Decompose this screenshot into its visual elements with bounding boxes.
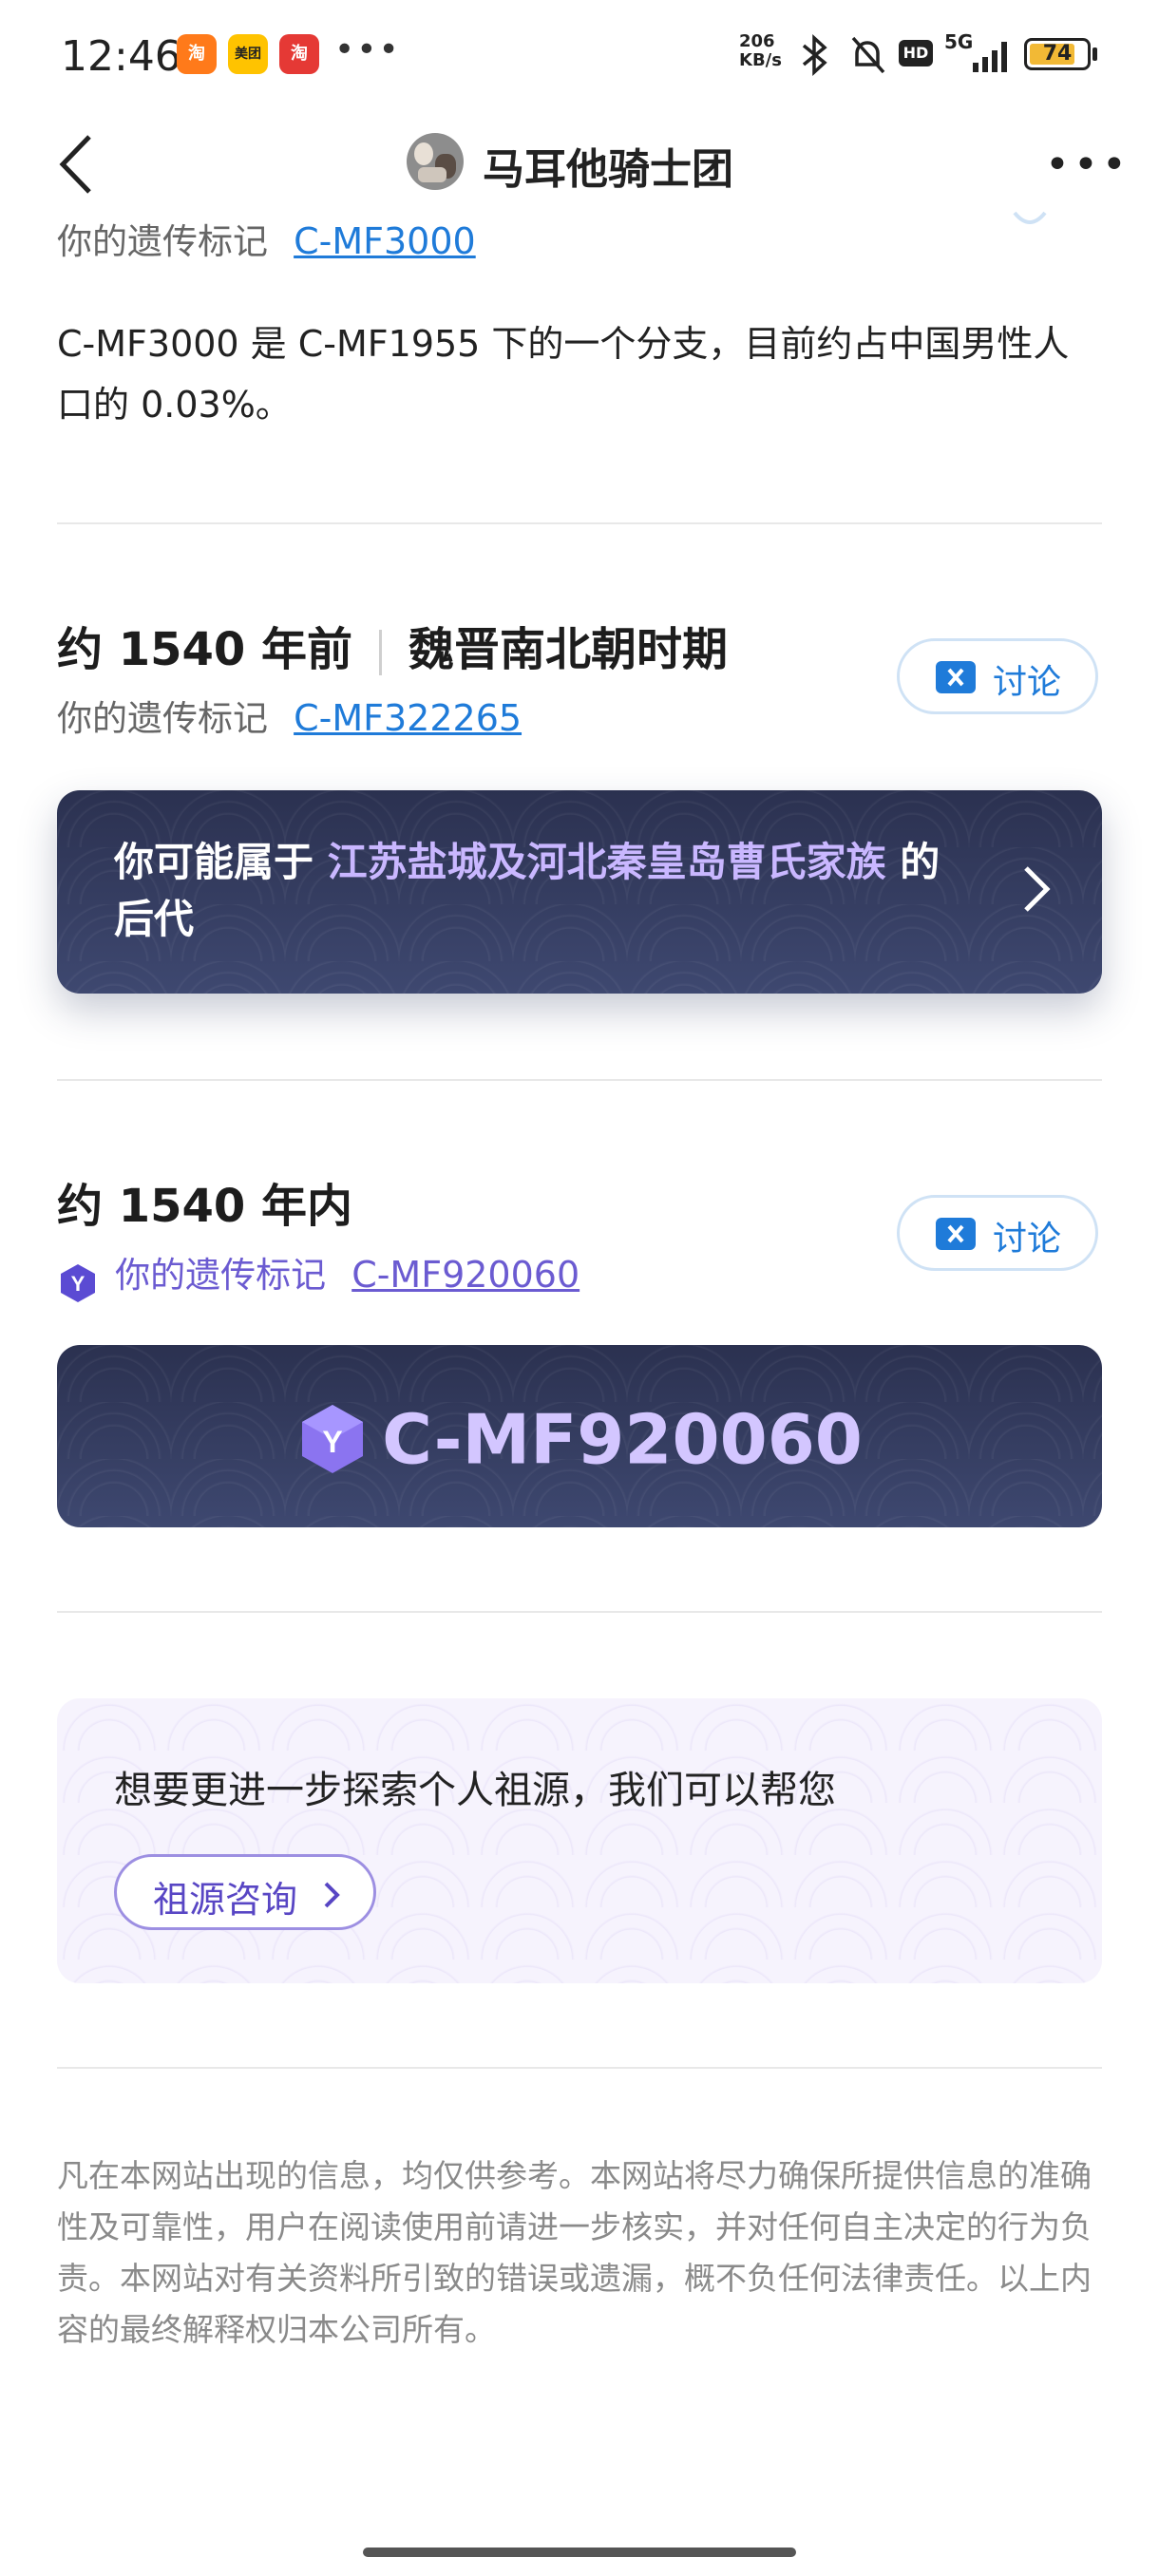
battery-level: 74 [1042, 42, 1073, 66]
network-type: 5G [944, 30, 974, 53]
discuss-icon [936, 661, 976, 693]
marker-row-2: 你的遗传标记 C-MF322265 [57, 690, 522, 741]
divider [57, 2067, 1102, 2069]
y-badge-large-icon: Y [302, 1405, 364, 1474]
more-notifications-icon: ••• [334, 30, 401, 69]
marker-link-mf322265[interactable]: C-MF322265 [294, 697, 522, 739]
chevron-right-icon [1024, 866, 1051, 912]
heading-separator [379, 630, 383, 675]
marker-row-3: Y 你的遗传标记 C-MF920060 [57, 1246, 580, 1304]
marker-description: C-MF3000 是 C-MF1955 下的一个分支，目前约占中国男性人口的 0… [57, 323, 1070, 426]
explore-question: 想要更进一步探索个人祖源，我们可以帮您 [114, 1769, 836, 1812]
divider [57, 522, 1102, 524]
taobao-618-app-icon: 淘 [279, 34, 319, 74]
ancestry-consult-button[interactable]: 祖源咨询 [114, 1854, 376, 1930]
mute-bell-icon [851, 36, 885, 74]
marker-card-label: C-MF920060 [382, 1399, 863, 1480]
disclaimer-text: 凡在本网站出现的信息，均仅供参考。本网站将尽力确保所提供信息的准确性及可靠性，用… [57, 2157, 1092, 2348]
time-label: 约 1540 年前 [57, 623, 353, 676]
marker-label: 你的遗传标记 [57, 698, 268, 739]
svg-text:Y: Y [322, 1425, 342, 1459]
signal-icon [973, 42, 1007, 72]
taobao-app-icon: 淘 [177, 34, 217, 74]
lineage-prefix: 你可能属于 [114, 839, 314, 885]
bluetooth-icon [802, 34, 827, 76]
discuss-label: 讨论 [993, 663, 1062, 702]
group-avatar [407, 133, 464, 190]
back-chevron-icon[interactable] [48, 131, 114, 198]
divider [57, 1611, 1102, 1613]
marker-card: Y C-MF920060 [57, 1345, 1102, 1527]
marker-label: 你的遗传标记 [115, 1255, 327, 1296]
battery-tip [1092, 47, 1097, 61]
explore-card: 想要更进一步探索个人祖源，我们可以帮您 祖源咨询 [57, 1698, 1102, 1983]
status-time: 12:46 [61, 32, 181, 81]
time-label: 约 1540 年内 [57, 1180, 353, 1233]
discuss-button[interactable]: 讨论 [897, 1195, 1098, 1271]
network-speed: 206 KB/s [739, 31, 782, 70]
consult-label: 祖源咨询 [153, 1879, 298, 1921]
marker-card-text: Y C-MF920060 [57, 1394, 1102, 1479]
marker-label: 你的遗传标记 [57, 221, 268, 262]
divider [57, 1079, 1102, 1081]
y-badge-icon: Y [61, 1263, 95, 1302]
partial-discuss-icon [1013, 211, 1047, 224]
marker-link-mf920060[interactable]: C-MF920060 [352, 1254, 580, 1296]
meituan-app-icon: 美团 [228, 34, 268, 74]
discuss-label: 讨论 [993, 1220, 1062, 1259]
lineage-highlight: 江苏盐城及河北秦皇岛曹氏家族 [327, 839, 886, 885]
hd-badge: HD [899, 40, 933, 66]
home-indicator[interactable] [363, 2548, 796, 2557]
lineage-card[interactable]: 你可能属于 江苏盐城及河北秦皇岛曹氏家族 的后代 [57, 790, 1102, 994]
era-heading: 约 1540 年前 魏晋南北朝时期 [57, 612, 728, 678]
discuss-button[interactable]: 讨论 [897, 638, 1098, 714]
chevron-right-icon [324, 1882, 340, 1908]
discuss-icon [936, 1218, 976, 1250]
period-label: 魏晋南北朝时期 [408, 623, 729, 676]
battery-icon: 74 [1024, 38, 1091, 70]
more-dots-icon[interactable]: ••• [1045, 141, 1130, 189]
marker-row-1: 你的遗传标记 C-MF3000 [57, 213, 476, 264]
svg-text:Y: Y [71, 1272, 86, 1296]
page-title: 马耳他骑士团 [483, 145, 733, 194]
marker-link-mf3000[interactable]: C-MF3000 [294, 220, 476, 262]
lineage-text: 你可能属于 江苏盐城及河北秦皇岛曹氏家族 的后代 [114, 834, 969, 948]
status-bar: 12:46 淘 美团 淘 ••• 206 KB/s HD 5G 74 [0, 0, 1159, 112]
